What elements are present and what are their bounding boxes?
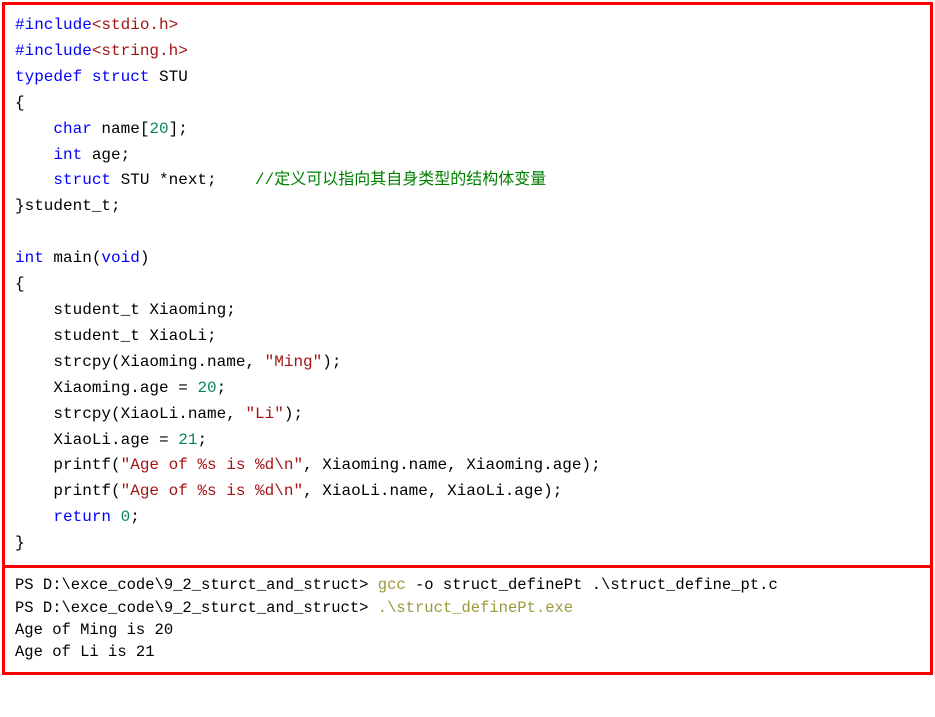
code-token: ; [217, 379, 227, 397]
code-token: ); [284, 405, 303, 423]
code-token: struct [82, 68, 149, 86]
code-token: main( [44, 249, 102, 267]
terminal-command: gcc [378, 576, 415, 594]
code-token: { [15, 94, 25, 112]
terminal-prompt: PS D:\exce_code\9_2_sturct_and_struct> [15, 576, 378, 594]
code-token: ; [130, 508, 140, 526]
code-token: } [15, 534, 25, 552]
code-string: "Li" [245, 405, 283, 423]
terminal-output: Age of Ming is 20 [15, 621, 173, 639]
code-token: ); [322, 353, 341, 371]
code-indent [15, 171, 53, 189]
terminal-args: -o struct_definePt .\struct_define_pt.c [415, 576, 778, 594]
code-token: char [53, 120, 91, 138]
code-token: STU [149, 68, 187, 86]
code-token: <stdio.h> [92, 16, 178, 34]
code-token: age; [82, 146, 130, 164]
screenshot-frame: #include<stdio.h> #include<string.h> typ… [2, 2, 933, 675]
code-token: strcpy(XiaoLi.name, [15, 405, 245, 423]
code-token: , XiaoLi.name, XiaoLi.age); [303, 482, 562, 500]
code-indent [15, 146, 53, 164]
code-token: int [15, 249, 44, 267]
code-token: <string.h> [92, 42, 188, 60]
code-token: XiaoLi.age = [15, 431, 178, 449]
code-line: student_t XiaoLi; [15, 327, 217, 345]
code-token: Xiaoming.age = [15, 379, 197, 397]
code-token: #include [15, 42, 92, 60]
code-token: typedef [15, 68, 82, 86]
code-indent [15, 120, 53, 138]
terminal-pane: PS D:\exce_code\9_2_sturct_and_struct> g… [5, 568, 930, 672]
code-token [111, 508, 121, 526]
code-token: strcpy(Xiaoming.name, [15, 353, 265, 371]
code-string: "Age of %s is %d\n" [121, 456, 303, 474]
code-indent [15, 508, 53, 526]
code-token: ; [197, 431, 207, 449]
code-token: }student_t; [15, 197, 121, 215]
code-token: return [53, 508, 111, 526]
code-number: 20 [197, 379, 216, 397]
code-line: student_t Xiaoming; [15, 301, 236, 319]
terminal-prompt: PS D:\exce_code\9_2_sturct_and_struct> [15, 599, 378, 617]
code-token: void [101, 249, 139, 267]
code-number: 21 [178, 431, 197, 449]
code-token: printf( [15, 456, 121, 474]
code-token: 20 [149, 120, 168, 138]
code-comment: //定义可以指向其自身类型的结构体变量 [255, 171, 546, 189]
code-token: struct [53, 171, 111, 189]
code-token: , Xiaoming.name, Xiaoming.age); [303, 456, 601, 474]
code-string: "Ming" [265, 353, 323, 371]
terminal-output: Age of Li is 21 [15, 643, 155, 661]
code-token: printf( [15, 482, 121, 500]
code-token: #include [15, 16, 92, 34]
code-string: "Age of %s is %d\n" [121, 482, 303, 500]
code-token: int [53, 146, 82, 164]
code-token: ]; [169, 120, 188, 138]
terminal-command: .\struct_definePt.exe [378, 599, 573, 617]
code-editor-pane: #include<stdio.h> #include<string.h> typ… [5, 5, 930, 568]
code-token: ) [140, 249, 150, 267]
code-number: 0 [121, 508, 131, 526]
code-token: name[ [92, 120, 150, 138]
code-token: { [15, 275, 25, 293]
code-token: STU *next; [111, 171, 255, 189]
